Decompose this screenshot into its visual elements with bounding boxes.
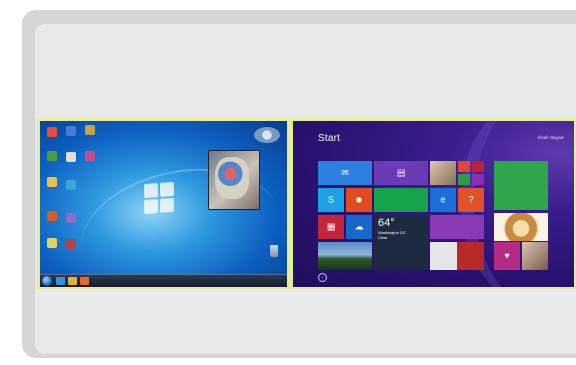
desktop-icon-document[interactable] — [66, 152, 76, 162]
internet-explorer-icon: e — [440, 194, 446, 205]
desktop-icon-media[interactable] — [85, 151, 95, 161]
tile-onedrive[interactable]: ☁ — [346, 215, 372, 239]
desktop-icon-shortcut[interactable] — [47, 238, 57, 248]
tile-desktop-news[interactable] — [430, 215, 484, 239]
taskbar — [40, 274, 287, 287]
tile-music[interactable] — [458, 161, 470, 172]
clock-gadget-icon[interactable] — [254, 127, 280, 143]
user-name[interactable]: Vivek Nayyar — [538, 135, 564, 140]
weather-city: Washington DC Clear — [378, 230, 406, 240]
people-icon: ☻ — [354, 194, 364, 205]
desktop-icon-network[interactable] — [66, 126, 76, 136]
skype-icon: S — [327, 194, 335, 205]
tile-news[interactable] — [374, 188, 428, 212]
desktop-icon-app[interactable] — [47, 211, 57, 221]
tile-internet-explorer[interactable]: e — [430, 188, 456, 212]
health-icon: ♥ — [504, 250, 510, 261]
weather-condition: Clear — [378, 235, 388, 240]
calculator-icon: ▤ — [396, 167, 406, 178]
desktop-icon-game[interactable] — [66, 213, 76, 223]
windows8-start-screenshot: Start Vivek Nayyar ✉ S ☻ ▦ ☁ ▤ 64° Washi… — [293, 121, 574, 287]
tile-games[interactable] — [458, 174, 470, 185]
gadget-picture — [215, 157, 249, 199]
cloud-icon: ☁ — [354, 221, 364, 232]
taskbar-ie-icon[interactable] — [56, 277, 65, 285]
taskbar-media-icon[interactable] — [80, 277, 89, 285]
start-orb-icon[interactable] — [42, 276, 52, 286]
tile-camera[interactable] — [472, 174, 484, 185]
recycle-bin-icon[interactable] — [270, 245, 278, 257]
all-apps-arrow-icon[interactable]: ↓ — [318, 273, 327, 282]
taskbar-explorer-icon[interactable] — [68, 277, 77, 285]
windows-logo-icon — [144, 181, 174, 215]
tile-calculator[interactable]: ▤ — [374, 161, 428, 185]
desktop-icon-program[interactable] — [85, 125, 95, 135]
tile-photos[interactable] — [318, 242, 372, 270]
desktop-icon-settings[interactable] — [66, 180, 76, 190]
tile-store-photos[interactable] — [430, 161, 456, 185]
desktop-icon-picture[interactable] — [47, 177, 57, 187]
tile-reading[interactable] — [522, 242, 548, 270]
windows7-desktop-screenshot — [40, 121, 287, 287]
tile-skype[interactable]: S — [318, 188, 344, 212]
tile-help[interactable]: ? — [458, 188, 484, 212]
tile-maps[interactable] — [430, 242, 484, 270]
start-title: Start — [318, 133, 341, 144]
tile-food[interactable] — [494, 161, 548, 210]
tile-recipe[interactable] — [494, 213, 548, 241]
desktop-icon-computer[interactable] — [47, 127, 57, 137]
mail-icon: ✉ — [341, 167, 349, 178]
desktop-icon-folder[interactable] — [47, 151, 57, 161]
tile-calendar[interactable]: ▦ — [318, 215, 344, 239]
desktop-icon-utility[interactable] — [66, 239, 76, 249]
calendar-icon: ▦ — [326, 221, 336, 232]
tile-health[interactable]: ♥ — [494, 242, 520, 270]
weather-temperature: 64° — [378, 217, 395, 229]
tile-weather[interactable]: 64° Washington DC Clear — [374, 215, 428, 270]
tile-mail[interactable]: ✉ — [318, 161, 372, 185]
tile-video[interactable] — [472, 161, 484, 172]
help-icon: ? — [468, 194, 474, 205]
tile-people[interactable]: ☻ — [346, 188, 372, 212]
